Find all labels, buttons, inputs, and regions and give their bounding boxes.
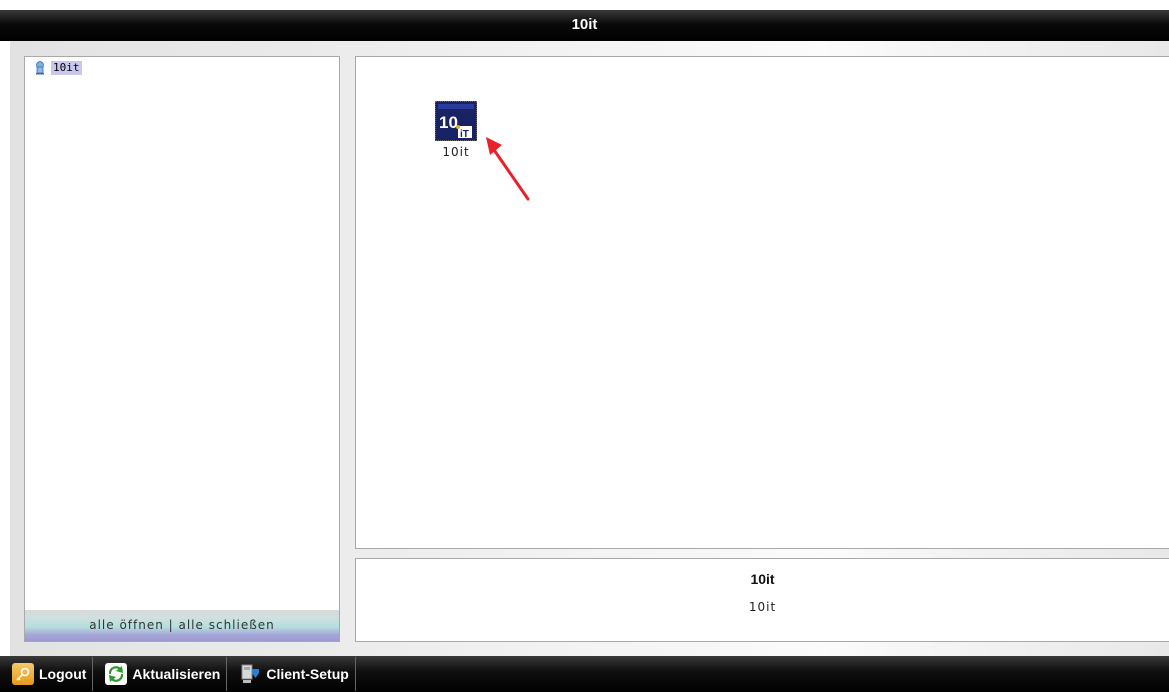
client-setup-label[interactable]: Client-Setup xyxy=(266,666,348,682)
tree-panel: 10it alle öffnen | alle schließen xyxy=(24,56,340,642)
computer-download-icon xyxy=(239,663,261,685)
info-panel: 10it 10it xyxy=(355,558,1169,642)
expand-collapse-links[interactable]: alle öffnen | alle schließen xyxy=(25,618,339,632)
refresh-label[interactable]: Aktualisieren xyxy=(132,666,220,682)
tile-logo-text: 10 xyxy=(439,113,458,132)
red-arrow-icon xyxy=(486,137,530,201)
app-tile-label[interactable]: 10it xyxy=(434,145,478,159)
app-tile[interactable]: 10 iT 10it xyxy=(434,101,478,159)
tree-footer: alle öffnen | alle schließen xyxy=(25,610,339,641)
key-icon xyxy=(12,663,34,685)
tile-logo-sub: iT xyxy=(460,129,469,140)
tree-node-root[interactable]: 10it xyxy=(33,60,82,76)
client-setup-button[interactable]: Client-Setup xyxy=(227,657,356,691)
logout-label[interactable]: Logout xyxy=(39,666,86,682)
logout-button[interactable]: Logout xyxy=(0,657,94,691)
bottom-toolbar: Logout Aktualisieren Client-Setup xyxy=(0,656,1169,692)
main-panel: 10 iT 10it xyxy=(355,56,1169,549)
window-title: 10it xyxy=(571,16,598,33)
refresh-arrows-icon xyxy=(105,663,128,685)
info-title: 10it xyxy=(750,571,775,587)
server-icon xyxy=(36,61,44,75)
window-title-bar: 10it xyxy=(0,10,1169,41)
info-subtitle: 10it xyxy=(748,600,777,614)
app-logo-icon[interactable]: 10 iT xyxy=(435,101,477,141)
refresh-button[interactable]: Aktualisieren xyxy=(93,657,228,691)
tree-node-label[interactable]: 10it xyxy=(51,61,82,75)
